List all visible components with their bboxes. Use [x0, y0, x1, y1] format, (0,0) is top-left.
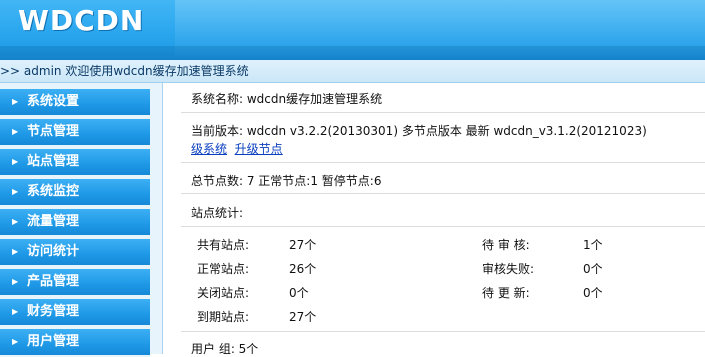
pending-review-value: 1个	[583, 238, 603, 252]
sidebar-item-user-management[interactable]: ▶ 用户管理	[0, 329, 150, 357]
sidebar-item-label: 系统监控	[27, 184, 80, 199]
total-sites-label: 共有站点:	[197, 238, 250, 252]
sidebar-item-label: 系统设置	[27, 94, 80, 109]
sidebar-item-finance-management[interactable]: ▶ 财务管理	[0, 299, 150, 327]
sidebar-item-label: 产品管理	[27, 274, 80, 289]
review-failed-label: 审核失败:	[482, 262, 535, 276]
triangle-right-icon: ▶	[12, 187, 19, 196]
sidebar-item-label: 节点管理	[27, 124, 80, 139]
divider	[181, 193, 705, 194]
site-stats-title: 站点统计:	[191, 206, 244, 220]
sidebar-item-label: 站点管理	[27, 154, 80, 169]
divider	[181, 331, 705, 332]
divider	[181, 112, 705, 113]
expired-sites-value: 27个	[289, 310, 317, 324]
review-failed-value: 0个	[583, 262, 603, 276]
total-sites-value: 27个	[289, 238, 317, 252]
sidebar: ▶ 系统设置 ▶ 节点管理 ▶ 站点管理 ▶ 系统监控 ▶ 流量管理 ▶ 访问统…	[0, 83, 163, 357]
triangle-right-icon: ▶	[12, 277, 19, 286]
triangle-right-icon: ▶	[12, 337, 19, 346]
upgrade-system-link[interactable]: 级系统	[191, 142, 227, 156]
normal-sites-value: 26个	[289, 262, 317, 276]
sidebar-item-label: 流量管理	[27, 214, 80, 229]
closed-sites-value: 0个	[289, 286, 309, 300]
sidebar-item-label: 用户管理	[27, 334, 80, 349]
sidebar-item-traffic-management[interactable]: ▶ 流量管理	[0, 209, 150, 237]
header-banner: WDCDN	[0, 0, 705, 60]
sidebar-item-system-settings[interactable]: ▶ 系统设置	[0, 89, 150, 117]
upgrade-links: 级系统 升级节点	[191, 140, 283, 157]
sidebar-item-access-stats[interactable]: ▶ 访问统计	[0, 239, 150, 267]
sidebar-item-system-monitor[interactable]: ▶ 系统监控	[0, 179, 150, 207]
pending-review-label: 待 审 核:	[482, 238, 530, 252]
normal-sites-label: 正常站点:	[197, 262, 250, 276]
closed-sites-label: 关闭站点:	[197, 286, 250, 300]
sidebar-item-label: 访问统计	[27, 244, 80, 259]
triangle-right-icon: ▶	[12, 127, 19, 136]
triangle-right-icon: ▶	[12, 157, 19, 166]
triangle-right-icon: ▶	[12, 217, 19, 226]
upgrade-node-link[interactable]: 升级节点	[235, 142, 283, 156]
node-counts: 总节点数: 7 正常节点:1 暂停节点:6	[191, 174, 382, 188]
logo: WDCDN	[18, 4, 145, 37]
divider	[181, 226, 705, 227]
pending-update-label: 待 更 新:	[482, 286, 530, 300]
welcome-bar: >> admin 欢迎使用wdcdn缓存加速管理系统	[0, 60, 705, 83]
sidebar-item-product-management[interactable]: ▶ 产品管理	[0, 269, 150, 297]
expired-sites-label: 到期站点:	[197, 310, 250, 324]
header-strip	[0, 46, 705, 60]
system-name: 系统名称: wdcdn缓存加速管理系统	[191, 92, 383, 106]
sidebar-item-node-management[interactable]: ▶ 节点管理	[0, 119, 150, 147]
divider	[181, 162, 705, 163]
sidebar-item-site-management[interactable]: ▶ 站点管理	[0, 149, 150, 177]
pending-update-value: 0个	[583, 286, 603, 300]
triangle-right-icon: ▶	[12, 97, 19, 106]
user-group-count: 用户 组: 5个	[191, 342, 259, 356]
triangle-right-icon: ▶	[12, 247, 19, 256]
version-info: 当前版本: wdcdn v3.2.2(20130301) 多节点版本 最新 wd…	[191, 124, 647, 138]
site-stats-table	[181, 228, 705, 330]
triangle-right-icon: ▶	[12, 307, 19, 316]
sidebar-item-label: 财务管理	[27, 304, 80, 319]
welcome-text: >> admin 欢迎使用wdcdn缓存加速管理系统	[0, 64, 249, 78]
